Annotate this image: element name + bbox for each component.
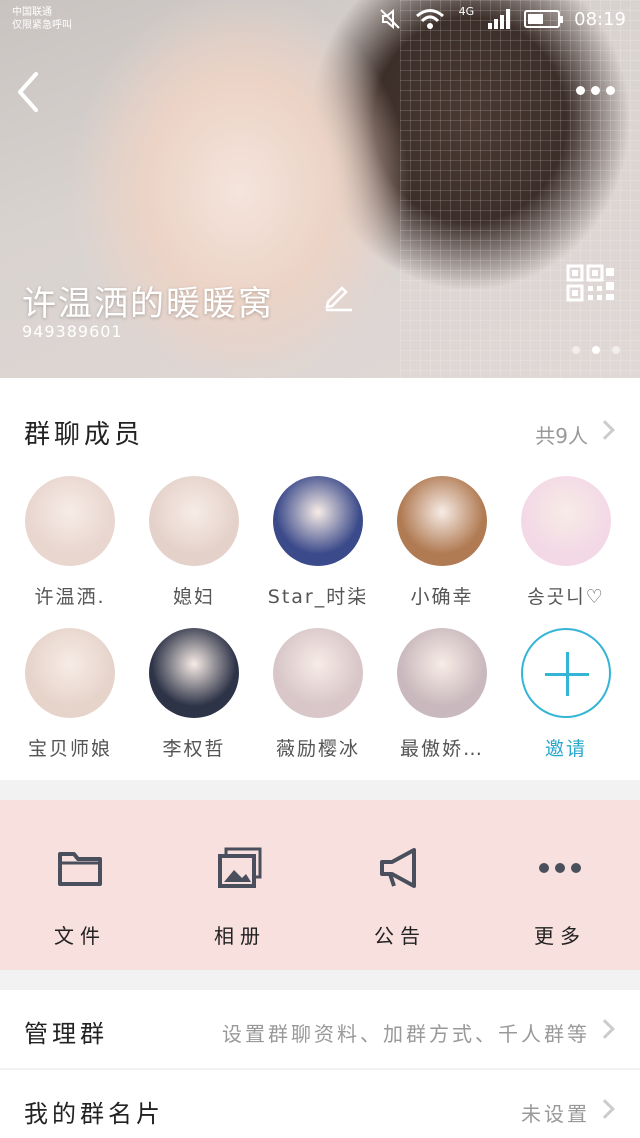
- carrier-line1: 中国联通: [12, 7, 52, 18]
- group-card-row[interactable]: 我的群名片 未设置: [0, 1070, 640, 1138]
- group-card-label: 我的群名片: [24, 1100, 164, 1128]
- member-item[interactable]: 薇励樱冰: [263, 628, 373, 761]
- member-avatar: [273, 628, 363, 718]
- wifi-icon: [415, 9, 444, 29]
- chevron-right-icon: [595, 420, 615, 440]
- member-item[interactable]: 媳妇: [139, 476, 249, 609]
- pencil-icon: [325, 286, 352, 312]
- member-item[interactable]: 宝贝师娘: [15, 628, 125, 761]
- member-item[interactable]: Star_时柒: [263, 476, 373, 609]
- album-button[interactable]: 相册: [160, 800, 320, 970]
- member-avatar: [149, 628, 239, 718]
- mute-icon: [379, 8, 400, 30]
- manage-group-row[interactable]: 管理群 设置群聊资料、加群方式、千人群等: [0, 990, 640, 1068]
- folder-icon: [58, 852, 102, 886]
- member-name: 李权哲: [162, 738, 226, 760]
- member-avatar: [397, 476, 487, 566]
- group-id: 949389601: [22, 322, 123, 341]
- battery-icon: [524, 10, 564, 28]
- members-count: 共9人: [535, 424, 588, 448]
- member-name: 最傲娇…: [399, 738, 484, 760]
- carousel-dot[interactable]: [572, 346, 580, 354]
- chevron-right-icon: [595, 1099, 615, 1119]
- manage-group-value: 设置群聊资料、加群方式、千人群等: [222, 1022, 590, 1046]
- member-item[interactable]: 许温洒.: [15, 476, 125, 609]
- member-name: 송곳니♡: [527, 586, 605, 608]
- member-name: 薇励樱冰: [275, 738, 360, 760]
- qr-code-icon: [566, 264, 614, 302]
- member-avatar: [25, 628, 115, 718]
- member-name: 许温洒.: [34, 586, 106, 608]
- member-avatar: [397, 628, 487, 718]
- back-button[interactable]: [14, 70, 54, 114]
- status-time: 08:19: [574, 8, 626, 30]
- member-avatar: [25, 476, 115, 566]
- plus-icon: [521, 628, 611, 718]
- members-header[interactable]: 群聊成员 共9人: [0, 378, 640, 478]
- qr-code-button[interactable]: [566, 264, 618, 304]
- member-item[interactable]: 송곳니♡: [511, 476, 621, 609]
- header-background-pattern: [400, 0, 640, 378]
- member-name: 小确幸: [410, 586, 474, 608]
- announcement-label: 公告: [374, 924, 426, 948]
- files-label: 文件: [54, 924, 106, 948]
- more-label: 更多: [534, 924, 586, 948]
- status-bar: 中国联通 仅限紧急呼叫 4G 08:19: [0, 0, 640, 44]
- member-item[interactable]: 小确幸: [387, 476, 497, 609]
- member-name: 宝贝师娘: [27, 738, 112, 760]
- carrier-info: 中国联通 仅限紧急呼叫: [12, 6, 72, 32]
- member-avatar: [273, 476, 363, 566]
- carousel-dot-active[interactable]: [592, 346, 600, 354]
- members-title: 群聊成员: [24, 420, 145, 450]
- action-bar: 文件 相册 公告 更多: [0, 800, 640, 970]
- album-icon: [218, 847, 262, 888]
- more-button[interactable]: 更多: [480, 800, 640, 970]
- files-button[interactable]: 文件: [0, 800, 160, 970]
- back-arrow-icon: [18, 72, 38, 112]
- more-options-button[interactable]: [576, 78, 624, 102]
- more-icon: [539, 863, 581, 873]
- carrier-line2: 仅限紧急呼叫: [12, 20, 72, 31]
- announcement-icon: [380, 848, 416, 888]
- member-name: Star_时柒: [267, 586, 369, 608]
- status-icons: 4G 08:19: [379, 4, 626, 30]
- signal-icon: [488, 9, 511, 29]
- members-section: 群聊成员 共9人 许温洒. 媳妇 Star_时柒 小确幸 송곳니♡ 宝贝师娘 李权哲 薇励樱冰…: [0, 378, 640, 780]
- chevron-right-icon: [595, 1019, 615, 1039]
- announcement-button[interactable]: 公告: [320, 800, 480, 970]
- carousel-indicator: [572, 346, 620, 354]
- member-item[interactable]: 李权哲: [139, 628, 249, 761]
- invite-button[interactable]: 邀请: [511, 628, 621, 761]
- member-avatar: [521, 476, 611, 566]
- invite-label: 邀请: [544, 738, 587, 760]
- manage-group-label: 管理群: [24, 1020, 108, 1048]
- member-avatar: [149, 476, 239, 566]
- group-header: 中国联通 仅限紧急呼叫 4G 08:19 许温洒的暖暖窝 949389601: [0, 0, 640, 378]
- member-item[interactable]: 最傲娇…: [387, 628, 497, 761]
- carousel-dot[interactable]: [612, 346, 620, 354]
- album-label: 相册: [214, 924, 266, 948]
- member-name: 媳妇: [172, 586, 215, 608]
- group-name: 许温洒的暖暖窝: [22, 284, 274, 324]
- edit-name-button[interactable]: [322, 280, 354, 312]
- network-type: 4G: [458, 4, 475, 18]
- group-card-value: 未设置: [521, 1102, 590, 1126]
